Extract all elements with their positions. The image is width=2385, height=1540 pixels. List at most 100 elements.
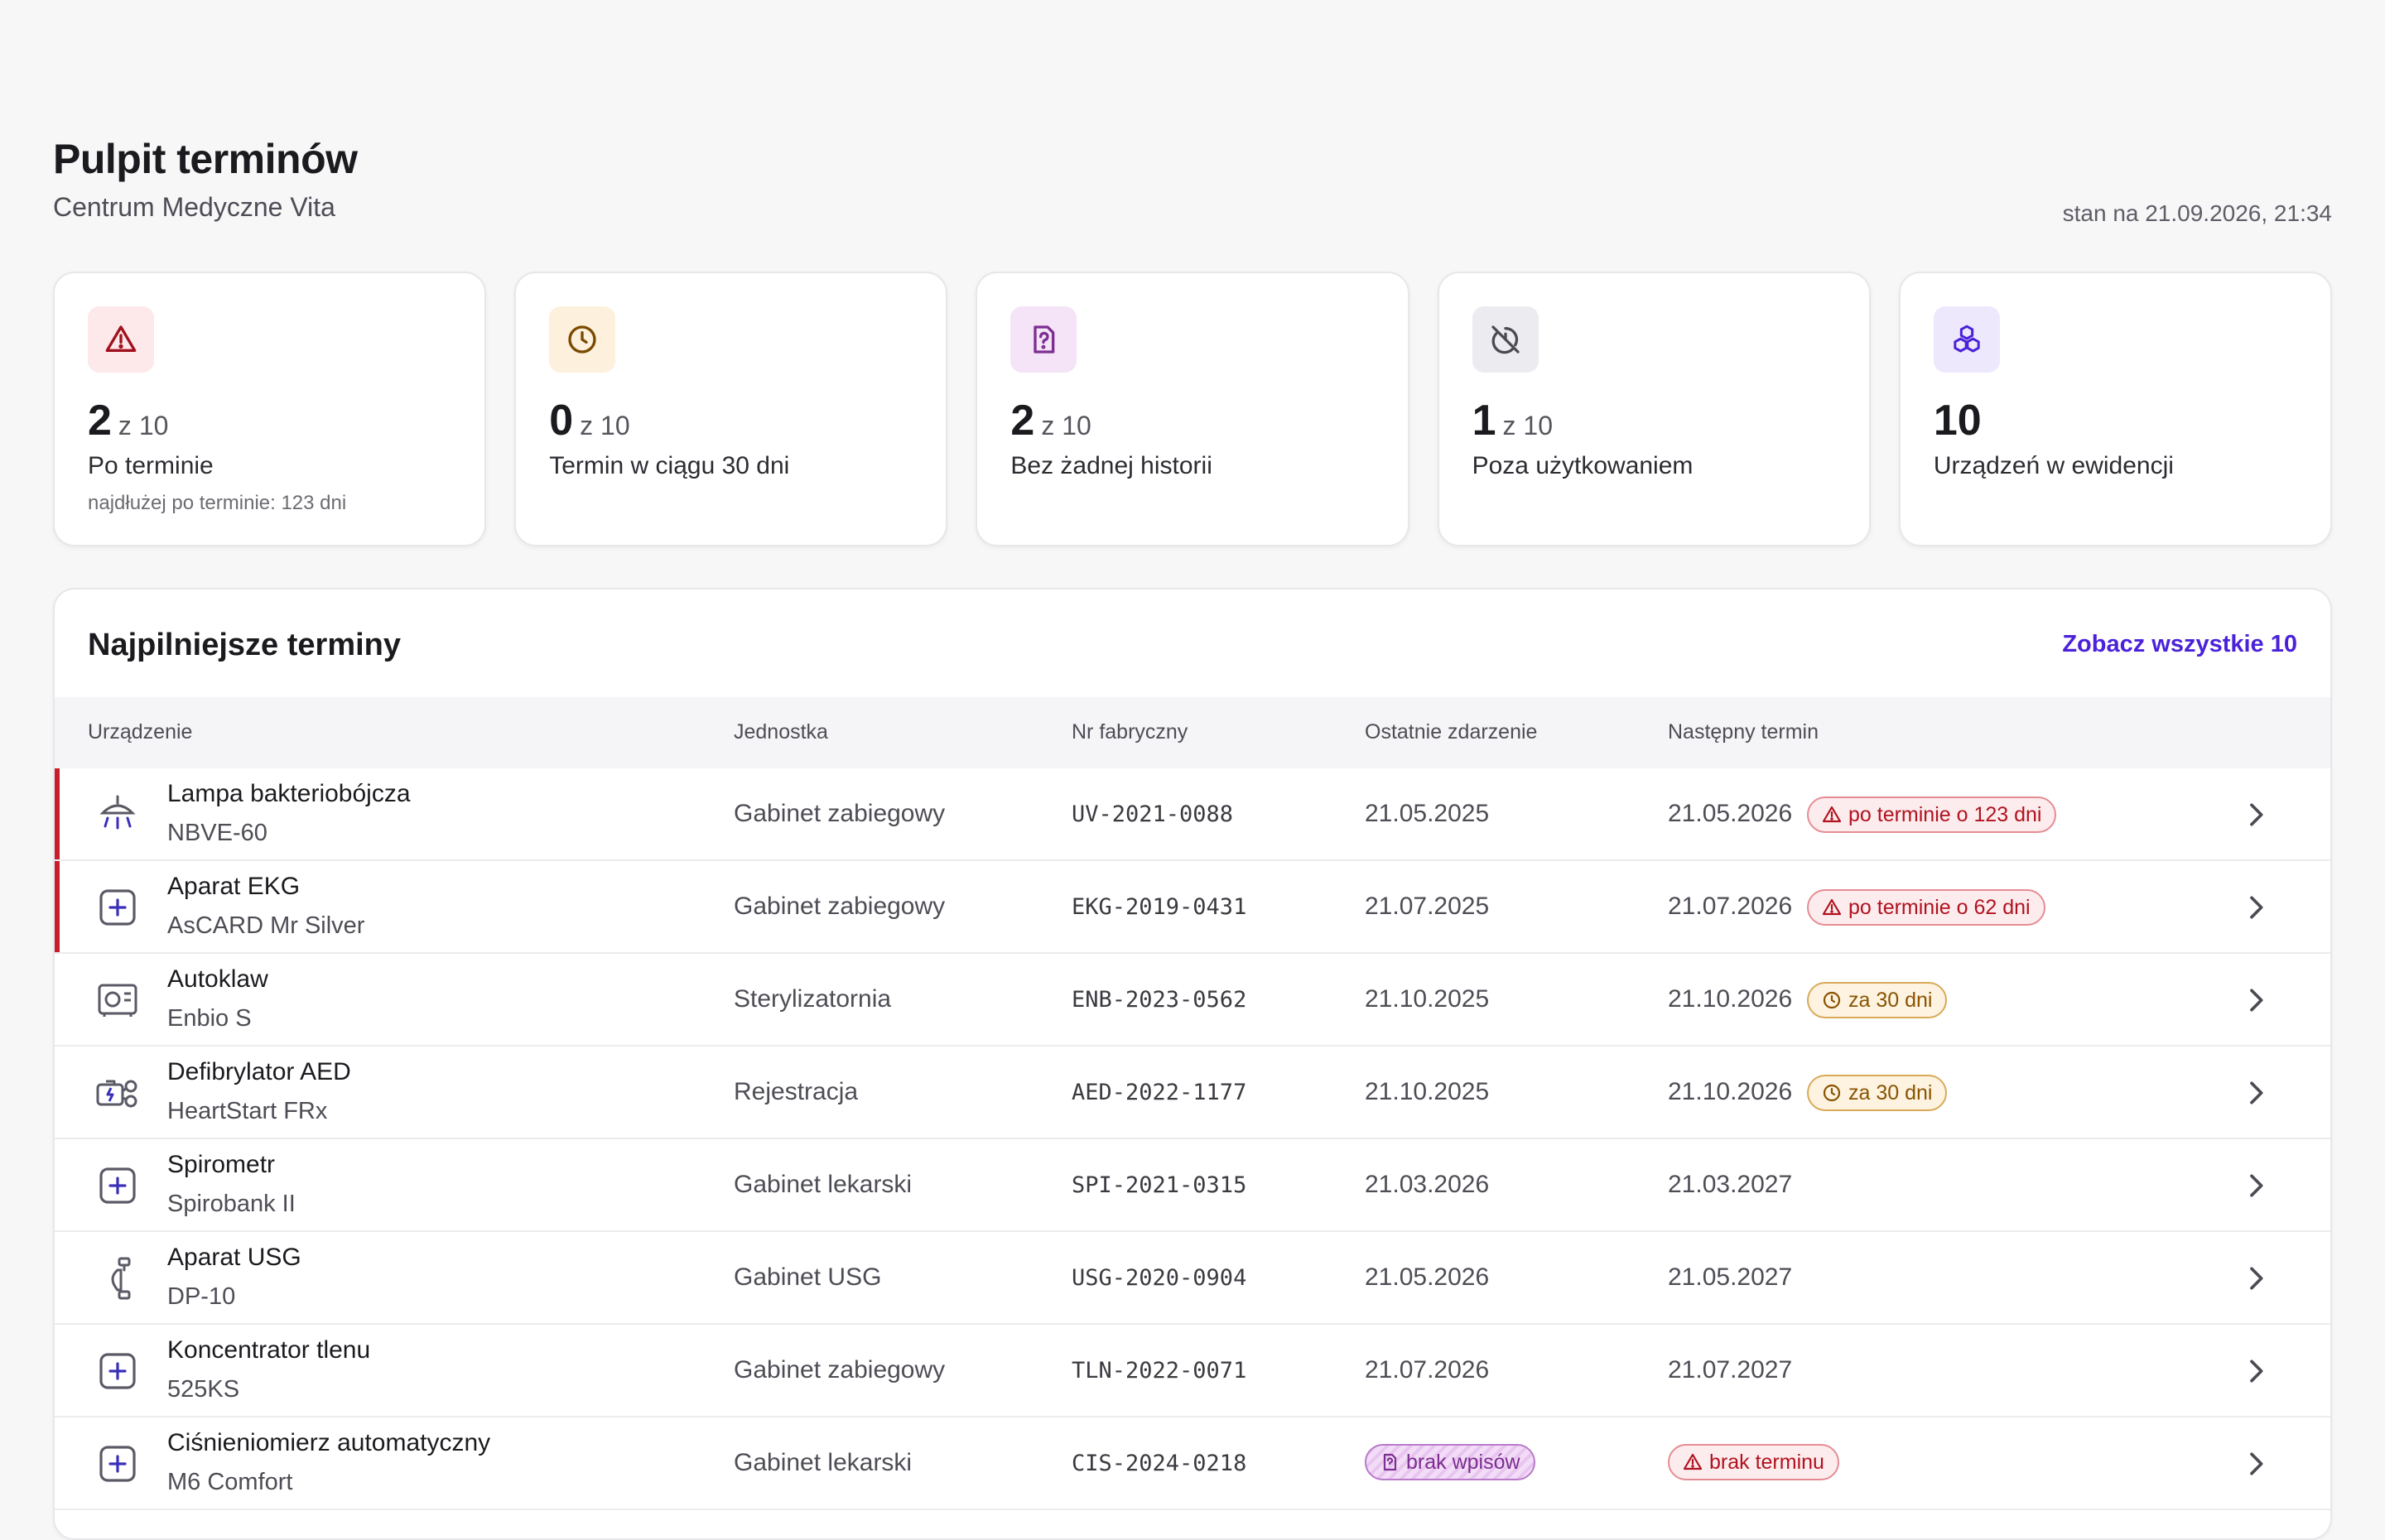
chevron-right-icon[interactable] bbox=[2239, 1169, 2272, 1202]
last-event-date: 21.07.2025 bbox=[1365, 893, 1490, 920]
next-deadline-date: 21.05.2026 bbox=[1668, 800, 1793, 827]
table-row[interactable]: Lampa bakteriobójcza NBVE-60 Gabinet zab… bbox=[55, 768, 2330, 861]
table-row[interactable]: Autoklaw Enbio S Sterylizatornia ENB-202… bbox=[55, 954, 2330, 1047]
device-name: Ciśnieniomierz automatyczny bbox=[167, 1429, 491, 1456]
next-deadline-date: 21.10.2026 bbox=[1668, 985, 1793, 1013]
card-count: 0 z 10 bbox=[549, 397, 913, 444]
card-value: 2 bbox=[1010, 397, 1035, 445]
device-name: Defibrylator AED bbox=[167, 1058, 351, 1085]
next-deadline-date: 21.05.2027 bbox=[1668, 1263, 1793, 1291]
deadline-status-badge: za 30 dni bbox=[1807, 982, 1948, 1018]
column-header-last-event[interactable]: Ostatnie zdarzenie bbox=[1365, 720, 1537, 744]
device-name: Lampa bakteriobójcza bbox=[167, 780, 411, 807]
chevron-right-icon[interactable] bbox=[2239, 1355, 2272, 1388]
device-serial: EKG-2019-0431 bbox=[1072, 894, 1247, 920]
last-event-date: 21.10.2025 bbox=[1365, 985, 1490, 1013]
device-serial: SPI-2021-0315 bbox=[1072, 1172, 1247, 1198]
panel-header: Najpilniejsze terminy Zobacz wszystkie 1… bbox=[55, 590, 2330, 697]
last-event-date: 21.07.2026 bbox=[1365, 1356, 1490, 1384]
card-count: 2 z 10 bbox=[88, 397, 451, 444]
card-total: z 10 bbox=[1041, 411, 1091, 440]
card-label: Urządzeń w ewidencji bbox=[1933, 452, 2174, 479]
deadline-badge-cell: za 30 dni bbox=[1807, 982, 1948, 1018]
device-name: Koncentrator tlenu bbox=[167, 1336, 371, 1364]
plus-square-icon bbox=[94, 884, 141, 931]
table-row[interactable]: Spirometr Spirobank II Gabinet lekarski … bbox=[55, 1139, 2330, 1232]
device-model: 525KS bbox=[167, 1376, 240, 1403]
see-all-link[interactable]: Zobacz wszystkie 10 bbox=[2062, 631, 2297, 658]
warning-triangle-icon bbox=[1822, 805, 1842, 825]
next-deadline-date: 21.07.2026 bbox=[1668, 893, 1793, 920]
clock-icon bbox=[549, 306, 616, 373]
page-subtitle: Centrum Medyczne Vita bbox=[53, 192, 335, 222]
next-deadline-date: 21.03.2027 bbox=[1668, 1171, 1793, 1198]
table-header: Urządzenie Jednostka Nr fabryczny Ostatn… bbox=[55, 697, 2330, 768]
card-total: z 10 bbox=[1502, 411, 1554, 440]
badge-label: po terminie o 123 dni bbox=[1848, 802, 2042, 826]
status-timestamp: stan na 21.09.2026, 21:34 bbox=[2062, 200, 2332, 226]
last-event-date: 21.05.2026 bbox=[1365, 1263, 1490, 1291]
device-model: AsCARD Mr Silver bbox=[167, 912, 365, 939]
badge-label: za 30 dni bbox=[1848, 988, 1933, 1012]
summary-card[interactable]: 10 Urządzeń w ewidencji bbox=[1898, 272, 2333, 546]
table-row[interactable]: Koncentrator tlenu 525KS Gabinet zabiego… bbox=[55, 1325, 2330, 1417]
column-header-device[interactable]: Urządzenie bbox=[88, 720, 192, 744]
device-unit: Gabinet lekarski bbox=[734, 1171, 913, 1198]
device-serial: USG-2020-0904 bbox=[1072, 1265, 1247, 1291]
deadline-badge-cell: po terminie o 123 dni bbox=[1807, 796, 2057, 833]
timer-off-icon bbox=[1472, 306, 1539, 373]
summary-card[interactable]: 2 z 10 Bez żadnej historii bbox=[976, 272, 1409, 546]
device-serial: ENB-2023-0562 bbox=[1072, 987, 1247, 1013]
plus-square-icon bbox=[94, 1348, 141, 1394]
last-event-cell: brak wpisów bbox=[1365, 1444, 1535, 1480]
device-unit: Rejestracja bbox=[734, 1078, 859, 1105]
summary-card[interactable]: 0 z 10 Termin w ciągu 30 dni bbox=[514, 272, 948, 546]
table-row[interactable]: Aparat USG DP-10 Gabinet USG USG-2020-09… bbox=[55, 1232, 2330, 1325]
last-event-date: 21.05.2025 bbox=[1365, 800, 1490, 827]
device-serial: UV-2021-0088 bbox=[1072, 801, 1234, 827]
document-question-icon bbox=[1010, 306, 1077, 373]
table-row[interactable]: Ciśnieniomierz automatyczny M6 Comfort G… bbox=[55, 1417, 2330, 1510]
next-deadline-date: 21.07.2027 bbox=[1668, 1356, 1793, 1384]
cubes-icon bbox=[1933, 306, 2000, 373]
warning-triangle-icon bbox=[1822, 898, 1842, 917]
column-header-unit[interactable]: Jednostka bbox=[734, 720, 828, 744]
next-deadline-date: 21.10.2026 bbox=[1668, 1078, 1793, 1105]
device-name: Spirometr bbox=[167, 1151, 276, 1178]
table-row[interactable]: Defibrylator AED HeartStart FRx Rejestra… bbox=[55, 1047, 2330, 1139]
device-serial: CIS-2024-0218 bbox=[1072, 1451, 1247, 1476]
card-total: z 10 bbox=[580, 411, 630, 440]
card-value: 0 bbox=[549, 397, 574, 445]
device-model: DP-10 bbox=[167, 1283, 236, 1310]
plus-square-icon bbox=[94, 1441, 141, 1487]
badge-label: za 30 dni bbox=[1848, 1080, 1933, 1104]
chevron-right-icon[interactable] bbox=[2239, 1262, 2272, 1295]
table-body: Lampa bakteriobójcza NBVE-60 Gabinet zab… bbox=[55, 768, 2330, 1510]
column-header-serial[interactable]: Nr fabryczny bbox=[1072, 720, 1188, 744]
summary-card[interactable]: 2 z 10 Po terminie najdłużej po terminie… bbox=[53, 272, 487, 546]
card-count: 2 z 10 bbox=[1010, 397, 1374, 444]
deadline-status-badge: po terminie o 123 dni bbox=[1807, 796, 2057, 833]
device-model: Enbio S bbox=[167, 1005, 252, 1032]
device-serial: TLN-2022-0071 bbox=[1072, 1358, 1247, 1384]
column-header-next-deadline[interactable]: Następny termin bbox=[1668, 720, 1819, 744]
last-event-date: 21.10.2025 bbox=[1365, 1078, 1490, 1105]
card-value: 10 bbox=[1933, 397, 1982, 445]
uv-lamp-icon bbox=[94, 792, 141, 838]
chevron-right-icon[interactable] bbox=[2239, 891, 2272, 924]
chevron-right-icon[interactable] bbox=[2239, 798, 2272, 831]
summary-card[interactable]: 1 z 10 Poza użytkowaniem bbox=[1437, 272, 1871, 546]
device-name: Autoklaw bbox=[167, 965, 268, 993]
table-row[interactable]: Aparat EKG AsCARD Mr Silver Gabinet zabi… bbox=[55, 861, 2330, 954]
device-unit: Gabinet USG bbox=[734, 1263, 882, 1291]
badge-label: brak wpisów bbox=[1406, 1450, 1520, 1474]
badge-label: brak terminu bbox=[1709, 1450, 1824, 1474]
chevron-right-icon[interactable] bbox=[2239, 984, 2272, 1017]
clock-icon bbox=[1822, 990, 1842, 1010]
chevron-right-icon[interactable] bbox=[2239, 1447, 2272, 1480]
chevron-right-icon[interactable] bbox=[2239, 1076, 2272, 1109]
device-unit: Gabinet zabiegowy bbox=[734, 1356, 946, 1384]
next-deadline-cell: brak terminu bbox=[1668, 1444, 1839, 1480]
card-total: z 10 bbox=[118, 411, 169, 440]
device-name: Aparat USG bbox=[167, 1244, 301, 1271]
